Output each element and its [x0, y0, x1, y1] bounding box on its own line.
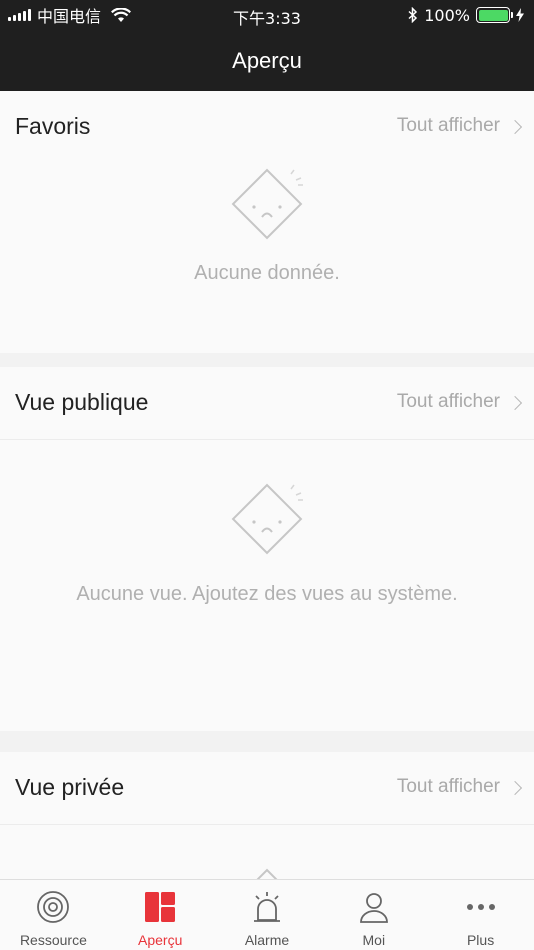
tab-label: Moi	[362, 932, 386, 948]
favorites-section: Favoris Tout afficher Aucune donnée.	[0, 91, 534, 353]
divider	[0, 824, 534, 825]
chevron-right-icon	[507, 119, 523, 134]
tab-plus[interactable]: Plus	[427, 880, 534, 950]
tab-alarme[interactable]: Alarme	[214, 880, 321, 950]
private-view-section: Vue privée Tout afficher	[0, 752, 534, 879]
battery-icon	[476, 7, 513, 23]
favorites-header: Favoris Tout afficher	[0, 91, 534, 163]
chevron-right-icon	[507, 780, 523, 795]
battery-percent: 100%	[424, 5, 470, 25]
more-icon	[466, 904, 495, 910]
tab-apercu[interactable]: Aperçu	[107, 880, 214, 950]
tab-label: Aperçu	[138, 932, 183, 948]
page-title: Aperçu	[232, 48, 302, 73]
resource-icon	[37, 891, 70, 923]
bluetooth-icon	[408, 7, 418, 23]
section-title: Vue publique	[15, 389, 149, 415]
empty-state-icon	[231, 168, 303, 240]
tab-label: Alarme	[244, 932, 290, 948]
private-view-header: Vue privée Tout afficher	[0, 752, 534, 824]
empty-state-icon	[231, 483, 303, 555]
see-all-label: Tout afficher	[396, 776, 500, 797]
alarm-icon	[253, 892, 280, 922]
public-view-header: Vue publique Tout afficher	[0, 367, 534, 439]
tab-ressource[interactable]: Ressource	[0, 880, 107, 950]
user-icon	[359, 893, 388, 923]
section-title: Vue privée	[15, 774, 125, 800]
private-view-see-all-button[interactable]: Tout afficher	[396, 776, 523, 798]
public-view-section: Vue publique Tout afficher Aucune vue. A…	[0, 367, 534, 731]
tab-label: Ressource	[19, 932, 87, 948]
tab-bar: Ressource Aperçu Alarme Moi Plus	[0, 879, 534, 950]
chevron-right-icon	[507, 395, 523, 410]
tab-label: Plus	[466, 932, 495, 948]
favorites-see-all-button[interactable]: Tout afficher	[396, 115, 523, 137]
empty-state-text: Aucune donnée.	[194, 262, 340, 284]
divider	[0, 439, 534, 440]
overview-icon	[145, 892, 176, 922]
see-all-label: Tout afficher	[396, 115, 500, 136]
charging-icon	[516, 8, 524, 22]
empty-state-text: Aucune vue. Ajoutez des vues au système.	[76, 583, 458, 605]
public-view-see-all-button[interactable]: Tout afficher	[396, 391, 523, 413]
navigation-bar: Aperçu	[0, 30, 534, 91]
see-all-label: Tout afficher	[396, 391, 500, 412]
section-title: Favoris	[15, 113, 91, 139]
tab-moi[interactable]: Moi	[320, 880, 427, 950]
empty-state-icon	[231, 868, 303, 879]
status-bar: 中国电信 下午3:33 100%	[0, 0, 534, 30]
